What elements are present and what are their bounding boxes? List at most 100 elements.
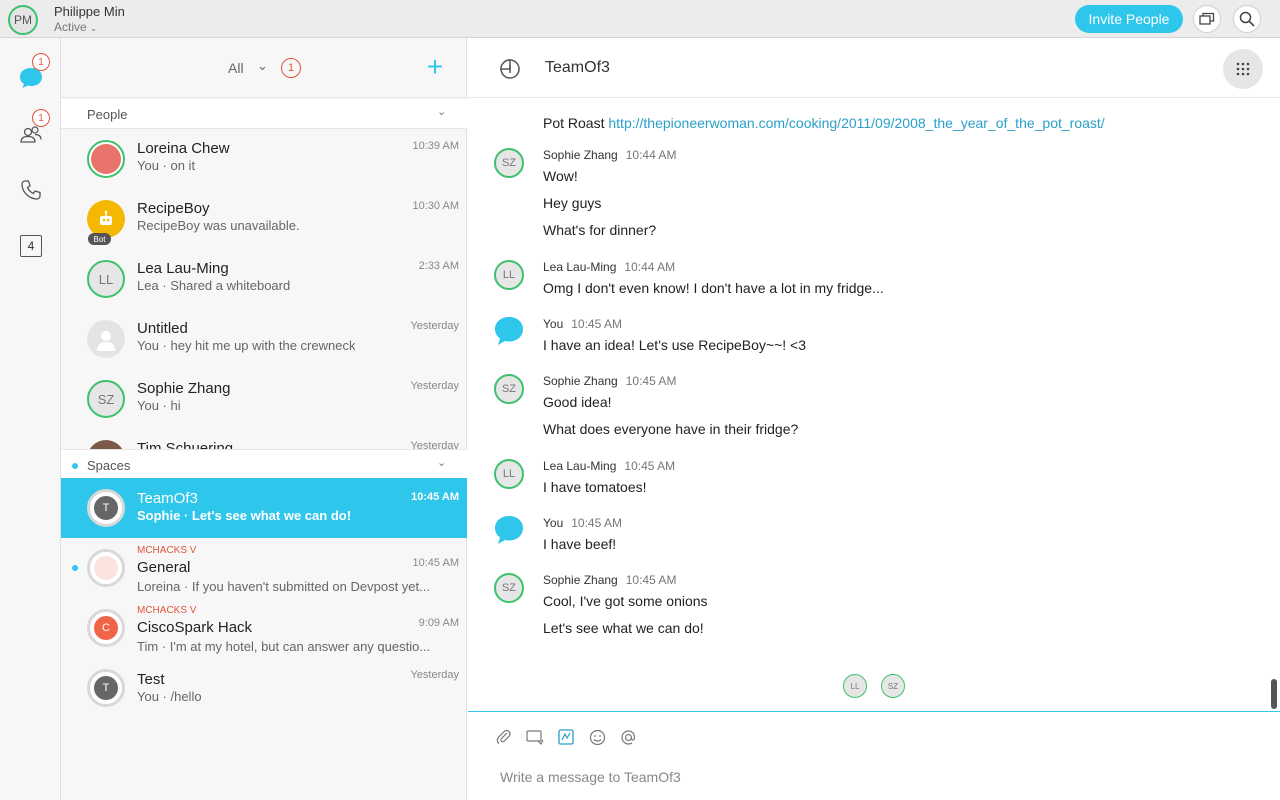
people-section-header[interactable]: People ⌄ (61, 99, 467, 129)
chevron-down-icon[interactable]: ⌄ (437, 105, 446, 118)
row-name: Untitled (137, 320, 188, 337)
row-preview: You · /hello (137, 689, 202, 704)
row-time: Yesterday (410, 669, 459, 681)
avatar[interactable]: LL (494, 459, 524, 489)
avatar: T (87, 669, 125, 707)
avatar: LL (87, 260, 125, 298)
message-time: 10:45 AM (624, 459, 676, 473)
avatar-image (91, 144, 121, 174)
list-item[interactable]: Loreina Chew You · on it 10:39 AM (61, 129, 467, 189)
people-list: Loreina Chew You · on it 10:39 AM Bot Re… (61, 129, 467, 449)
user-status-dropdown[interactable]: Active ⌄ (54, 20, 97, 34)
team-tag: MCHACKS V (137, 605, 197, 616)
rail-calendar[interactable]: 4 (15, 230, 47, 262)
avatar (87, 549, 125, 587)
messages-badge: 1 (32, 53, 50, 71)
calendar-icon: 4 (20, 235, 42, 257)
rail-messages[interactable]: 1 (15, 53, 50, 94)
user-status-label: Active (54, 20, 87, 34)
sender-name: You (543, 317, 564, 331)
row-time: Yesterday (410, 380, 459, 392)
message-text: What does everyone have in their fridge? (543, 421, 799, 437)
whiteboard-button[interactable] (557, 728, 575, 746)
emoji-button[interactable] (588, 728, 606, 746)
space-icon[interactable] (498, 57, 522, 81)
screen-capture-icon (526, 730, 544, 745)
row-name: Loreina Chew (137, 140, 230, 157)
message-text: Wow! (543, 168, 578, 184)
list-item[interactable]: Tim Schuering Yesterday (61, 429, 467, 449)
spaces-section-header[interactable]: Spaces ⌄ (61, 449, 467, 479)
mention-button[interactable] (619, 728, 637, 746)
title-bar: PM Philippe Min Active ⌄ Invite People (0, 0, 1280, 38)
avatar[interactable]: LL (494, 260, 524, 290)
avatar (87, 440, 125, 449)
list-item[interactable]: C MCHACKS V CiscoSpark Hack Tim · I'm at… (61, 598, 467, 658)
list-item[interactable]: Bot RecipeBoy RecipeBoy was unavailable.… (61, 189, 467, 249)
message-text: Omg I don't even know! I don't have a lo… (543, 280, 884, 296)
list-item[interactable]: Untitled You · hey hit me up with the cr… (61, 309, 467, 369)
chat-bubble-icon[interactable] (492, 315, 526, 349)
message-header: Sophie Zhang 10:45 AM (543, 573, 676, 587)
avatar: C (87, 609, 125, 647)
message-link[interactable]: http://thepioneerwoman.com/cooking/2011/… (608, 115, 1104, 131)
list-item[interactable]: LL Lea Lau-Ming Lea · Shared a whiteboar… (61, 249, 467, 309)
filter-unread-badge: 1 (281, 58, 301, 78)
message-time: 10:45 AM (571, 317, 622, 331)
message-input[interactable] (500, 766, 1240, 788)
user-avatar[interactable]: PM (8, 5, 38, 35)
row-preview: Lea · Shared a whiteboard (137, 278, 291, 293)
read-receipt-avatar[interactable]: LL (843, 674, 867, 698)
window-pop-out-button[interactable] (1193, 5, 1221, 33)
scrollbar[interactable] (1271, 679, 1277, 709)
add-icon[interactable]: + (421, 51, 449, 82)
search-button[interactable] (1233, 5, 1261, 33)
row-name: CiscoSpark Hack (137, 619, 253, 636)
avatar (87, 140, 125, 178)
unread-dot (72, 565, 78, 571)
message-time: 10:45 AM (625, 374, 677, 388)
list-item[interactable]: T Test You · /hello Yesterday (61, 658, 467, 718)
avatar: T (87, 489, 125, 527)
whiteboard-icon (558, 729, 574, 745)
sender-name: Sophie Zhang (543, 573, 618, 587)
row-time: 10:45 AM (411, 491, 459, 503)
message-header: Lea Lau-Ming 10:45 AM (543, 459, 675, 473)
avatar[interactable]: SZ (494, 374, 524, 404)
message-time: 10:44 AM (624, 260, 676, 274)
activities-menu-button[interactable] (1223, 49, 1263, 89)
row-name: Test (137, 671, 165, 688)
invite-people-button[interactable]: Invite People (1075, 5, 1183, 33)
conversation-list-pane: All ⌄ 1 + People ⌄ Loreina Chew You · on… (61, 38, 467, 800)
row-name: Tim Schuering (137, 440, 234, 449)
attach-button[interactable] (495, 728, 513, 746)
row-preview: You · hey hit me up with the crewneck (137, 338, 356, 353)
rail-teams[interactable]: 1 (15, 109, 50, 150)
avatar[interactable]: SZ (494, 573, 524, 603)
link-label: Pot Roast (543, 115, 605, 131)
row-preview: Sophie · Let's see what we can do! (137, 508, 352, 523)
row-preview: RecipeBoy was unavailable. (137, 218, 300, 233)
bot-badge: Bot (88, 233, 111, 245)
chevron-down-icon[interactable]: ⌄ (257, 58, 268, 74)
message-text: Pot Roast http://thepioneerwoman.com/coo… (543, 115, 1105, 131)
search-icon (1239, 11, 1255, 27)
message-header: Sophie Zhang 10:45 AM (543, 374, 676, 388)
chat-bubble-icon[interactable] (492, 514, 526, 548)
row-time: Yesterday (410, 440, 459, 449)
chevron-down-icon[interactable]: ⌄ (437, 456, 446, 469)
grid-icon (1236, 62, 1250, 76)
rail-calls[interactable] (15, 174, 47, 206)
filter-dropdown[interactable]: All (228, 60, 244, 76)
phone-icon (21, 180, 41, 200)
list-item[interactable]: SZ Sophie Zhang You · hi Yesterday (61, 369, 467, 429)
row-time: 2:33 AM (418, 260, 459, 272)
robot-icon (100, 210, 112, 225)
screen-share-button[interactable] (526, 728, 544, 746)
read-receipt-avatar[interactable]: SZ (881, 674, 905, 698)
list-item-selected[interactable]: T TeamOf3 Sophie · Let's see what we can… (61, 478, 467, 538)
list-item[interactable]: MCHACKS V General Loreina · If you haven… (61, 538, 467, 598)
avatar-initial: T (94, 676, 118, 700)
message-text: I have an idea! Let's use RecipeBoy~~! <… (543, 337, 807, 353)
avatar[interactable]: SZ (494, 148, 524, 178)
